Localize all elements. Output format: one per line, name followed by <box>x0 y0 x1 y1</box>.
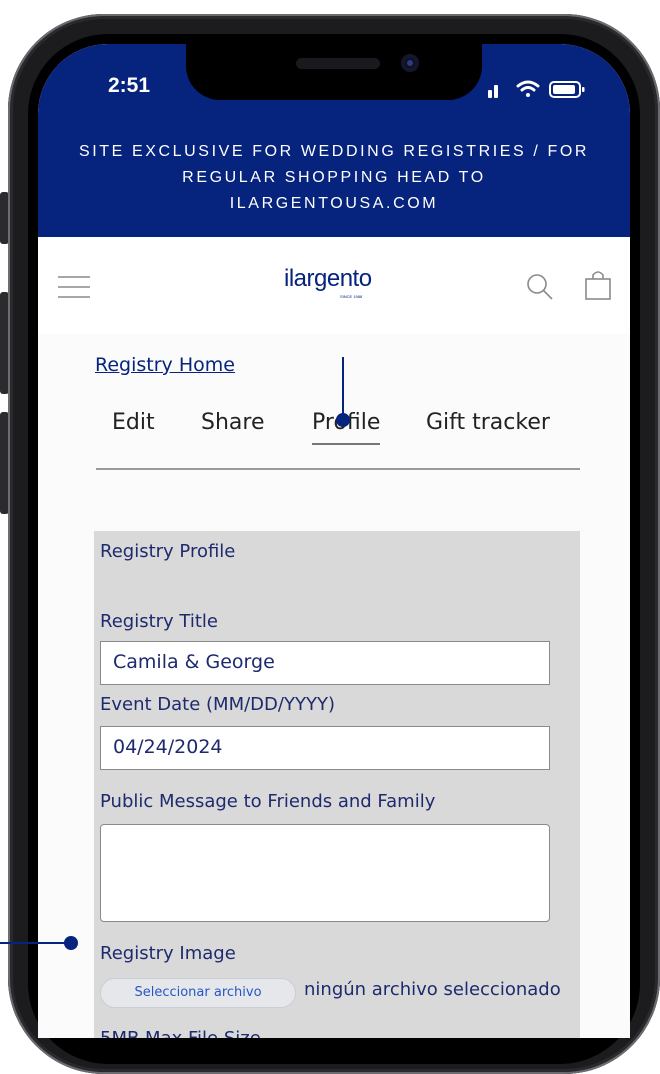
file-size-note: 5MB Max File Size <box>100 1028 261 1038</box>
cart-icon[interactable] <box>584 269 612 301</box>
wifi-icon <box>516 80 540 97</box>
registry-content: Registry Home Edit Share Profile Gift tr… <box>38 334 630 1038</box>
section-title: Registry Profile <box>100 541 236 562</box>
annotation-line-profile <box>342 357 344 419</box>
tab-share[interactable]: Share <box>201 410 265 435</box>
tab-edit[interactable]: Edit <box>112 410 155 435</box>
brand-logo-tagline: SINCE 1988 <box>340 294 363 299</box>
search-icon[interactable] <box>526 273 554 301</box>
registry-profile-panel: Registry Profile Registry Title Camila &… <box>94 531 580 1038</box>
event-date-field[interactable]: 04/24/2024 <box>100 726 550 770</box>
battery-icon <box>549 81 585 98</box>
phone-screen: 2:51 SITE EXCLUSIVE FOR WEDDING REGISTRI… <box>38 44 630 1038</box>
breadcrumb-registry-home[interactable]: Registry Home <box>95 354 235 376</box>
speaker-grille <box>296 58 380 69</box>
annotation-line-file <box>0 942 72 944</box>
public-message-label: Public Message to Friends and Family <box>100 791 436 812</box>
registry-tabs: Edit Share Profile Gift tracker <box>96 402 580 470</box>
signal-icon <box>488 85 498 98</box>
registry-image-label: Registry Image <box>100 943 236 964</box>
tab-gift-tracker[interactable]: Gift tracker <box>426 410 550 435</box>
status-bar: 2:51 <box>38 44 630 124</box>
brand-logo[interactable]: ilargento <box>284 265 372 293</box>
notch <box>186 44 482 100</box>
annotation-dot-file <box>64 936 78 950</box>
promo-banner: SITE EXCLUSIVE FOR WEDDING REGISTRIES / … <box>38 124 630 237</box>
banner-text: SITE EXCLUSIVE FOR WEDDING REGISTRIES / … <box>78 143 590 212</box>
registry-title-label: Registry Title <box>100 611 218 632</box>
status-time: 2:51 <box>108 74 151 97</box>
status-icons <box>488 80 585 98</box>
public-message-textarea[interactable] <box>100 824 550 922</box>
site-header: ilargento SINCE 1988 <box>38 237 630 335</box>
annotation-dot-profile <box>336 413 350 427</box>
file-select-button[interactable]: Seleccionar archivo <box>100 978 296 1008</box>
front-camera <box>401 54 419 72</box>
registry-title-field[interactable]: Camila & George <box>100 641 550 685</box>
file-status-text: ningún archivo seleccionado <box>304 979 561 1000</box>
event-date-label: Event Date (MM/DD/YYYY) <box>100 694 335 715</box>
menu-icon[interactable] <box>58 275 90 299</box>
